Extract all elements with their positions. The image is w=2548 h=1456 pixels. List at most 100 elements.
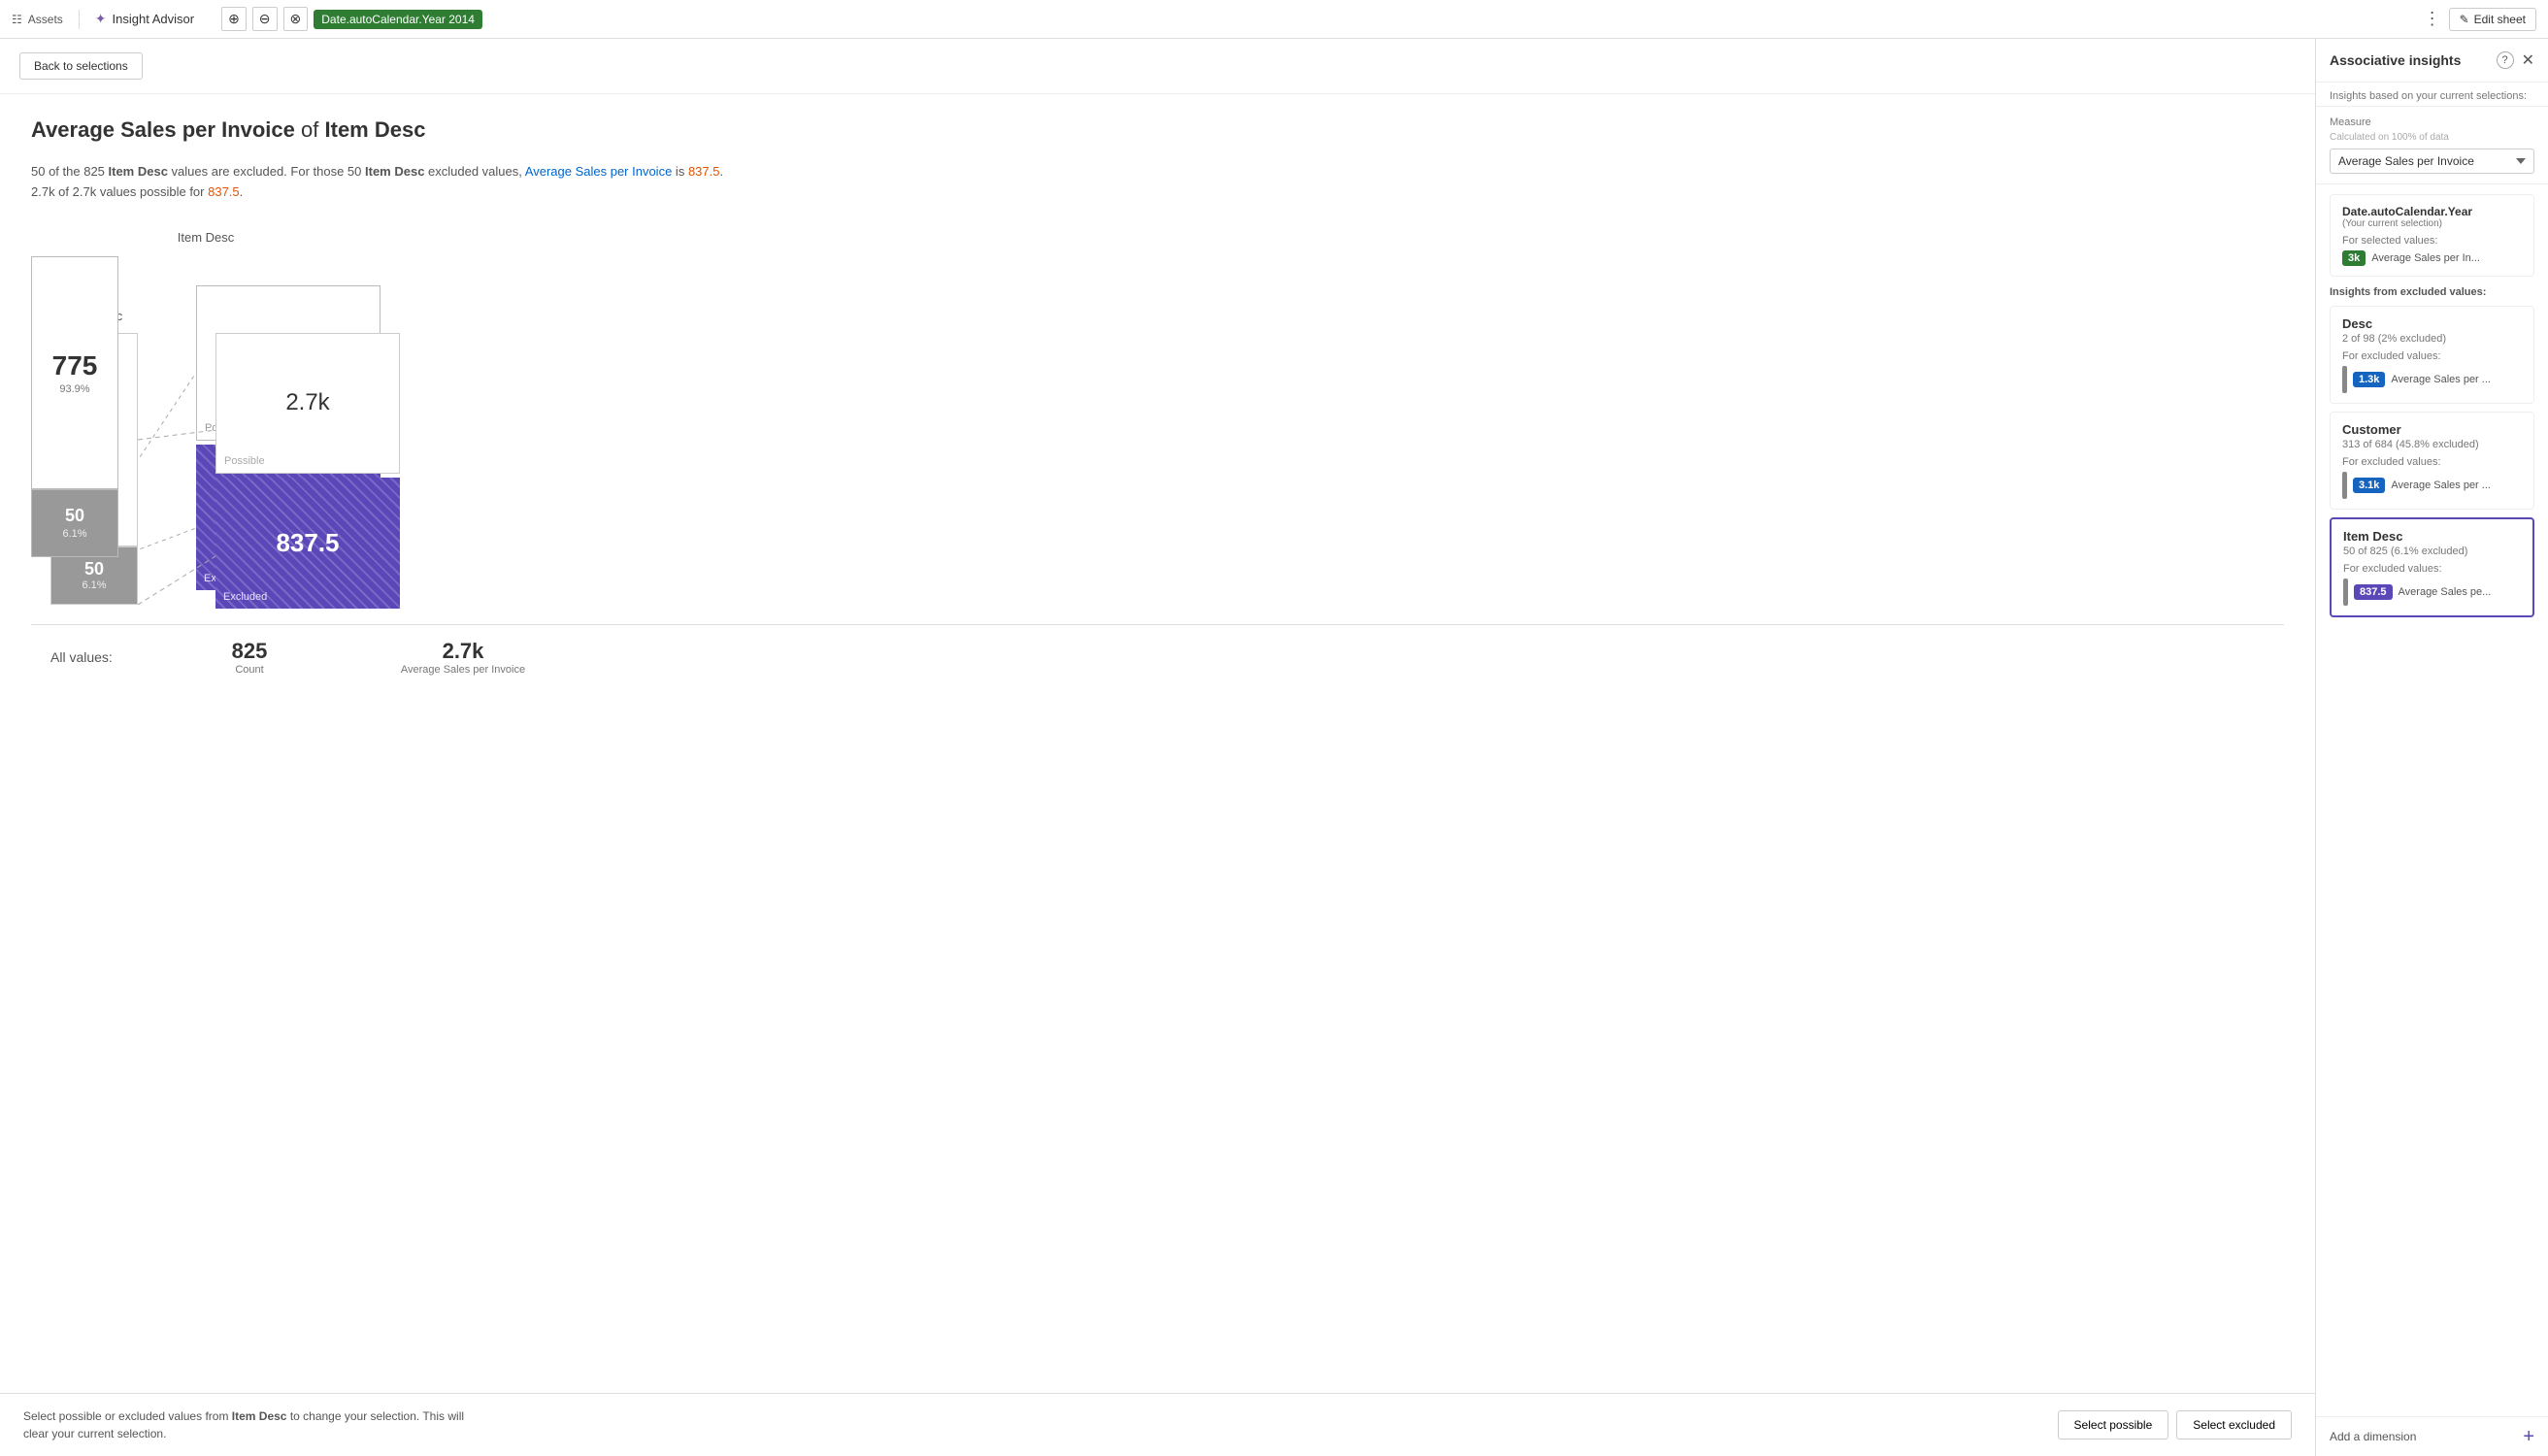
possible-val: 2.7k	[285, 389, 329, 416]
all-count: 825	[232, 639, 268, 664]
excluded-val: 837.5	[276, 528, 339, 558]
card-itemdesc-badges: 837.5 Average Sales pe...	[2343, 579, 2521, 606]
all-avg-col: 2.7k Average Sales per Invoice	[371, 639, 555, 676]
add-dimension-row: Add a dimension +	[2330, 1427, 2534, 1446]
bar-top: 775 93.9%	[31, 256, 118, 489]
all-count-label: Count	[235, 664, 263, 676]
sidebar-header-icons: ? ✕	[2497, 50, 2534, 70]
edit-sheet-button[interactable]: ✎ Edit sheet	[2449, 8, 2536, 31]
card-desc-bar-icon	[2342, 366, 2347, 393]
insight-card-desc[interactable]: Desc 2 of 98 (2% excluded) For excluded …	[2330, 306, 2534, 404]
selected-badge: 3k	[2342, 250, 2366, 266]
main-layout: Back to selections Average Sales per Inv…	[0, 39, 2548, 1456]
card-customer-title: Customer	[2342, 422, 2522, 437]
insights-excluded-label: Insights from excluded values:	[2330, 286, 2534, 298]
excluded-lbl: Excluded	[223, 591, 267, 603]
bar-top-pct: 93.9%	[59, 383, 89, 395]
all-values-row: All values: 825 Count 2.7k Average Sales…	[31, 624, 2284, 676]
avg-sales-boxes: 2.7k Possible 837.5 Excluded	[215, 333, 400, 609]
bar-bottom: 50 6.1%	[31, 489, 118, 557]
sidebar-body: Date.autoCalendar.Year (Your current sel…	[2316, 184, 2548, 1416]
add-dimension-button[interactable]: +	[2523, 1427, 2534, 1446]
card-itemdesc-sub: 50 of 825 (6.1% excluded)	[2343, 546, 2521, 557]
possible-lbl: Possible	[224, 455, 265, 467]
bottom-bar-buttons: Select possible Select excluded	[2058, 1410, 2292, 1439]
connector-lines	[138, 333, 215, 605]
grid-icon[interactable]: ⋮	[2424, 9, 2441, 29]
excluded-section: 837.5 Excluded	[215, 478, 400, 609]
card-customer-badges: 3.1k Average Sales per ...	[2342, 472, 2522, 499]
sidebar-help-button[interactable]: ?	[2497, 51, 2514, 69]
add-dimension-label: Add a dimension	[2330, 1430, 2416, 1443]
card-desc-badge-label: Average Sales per ...	[2391, 374, 2491, 385]
tool-icon-3[interactable]: ⊗	[283, 7, 309, 31]
back-to-selections-button[interactable]: Back to selections	[19, 52, 143, 80]
avg-sales-link[interactable]: Average Sales per Invoice	[525, 164, 673, 179]
measure-select[interactable]: Average Sales per Invoice	[2330, 149, 2534, 174]
topbar-divider	[79, 10, 80, 29]
chart-rebuilt: Item Desc Average Sales per I... 775 93.	[31, 309, 2284, 676]
connectors	[138, 333, 215, 608]
topbar: ☷ Assets ✦ Insight Advisor ⊕ ⊖ ⊗ Date.au…	[0, 0, 2548, 39]
all-avg-label: Average Sales per Invoice	[401, 664, 525, 676]
card-desc-badges: 1.3k Average Sales per ...	[2342, 366, 2522, 393]
selection-sub: (Your current selection)	[2342, 218, 2522, 229]
card-customer-sub: 313 of 684 (45.8% excluded)	[2342, 439, 2522, 450]
bar-top-value: 775	[52, 350, 98, 381]
card-customer-badge: 3.1k	[2353, 478, 2385, 493]
card-desc-sub: 2 of 98 (2% excluded)	[2342, 333, 2522, 345]
card-desc-badge: 1.3k	[2353, 372, 2385, 387]
card-itemdesc-badge: 837.5	[2354, 584, 2393, 600]
insight-advisor-label: Insight Advisor	[113, 12, 195, 26]
edit-icon: ✎	[2460, 13, 2469, 26]
selection-chip[interactable]: Date.autoCalendar.Year 2014	[314, 10, 482, 29]
card-itemdesc-bar-icon	[2343, 579, 2348, 606]
right-sidebar: Associative insights ? ✕ Insights based …	[2315, 39, 2548, 1456]
bottom-bar: Select possible or excluded values from …	[0, 1393, 2315, 1456]
card-itemdesc-title: Item Desc	[2343, 529, 2521, 544]
selection-title: Date.autoCalendar.Year	[2342, 205, 2522, 218]
current-selection-card: Date.autoCalendar.Year (Your current sel…	[2330, 194, 2534, 277]
insight-advisor-tab[interactable]: ✦ Insight Advisor	[95, 11, 194, 27]
selected-badge-row: 3k Average Sales per In...	[2342, 250, 2522, 266]
tool-icon-1[interactable]: ⊕	[221, 7, 247, 31]
measure-sublabel: Calculated on 100% of data	[2330, 132, 2534, 143]
measure-label: Measure	[2330, 116, 2534, 128]
sidebar-footer: Add a dimension +	[2316, 1416, 2548, 1456]
topbar-right-icons: ⋮ ✎ Edit sheet	[2424, 8, 2536, 31]
item-desc-bar: 775 93.9% 50 6.1%	[31, 256, 118, 557]
assets-tab[interactable]: ☷ Assets	[12, 13, 63, 26]
card-desc-for-excluded: For excluded values:	[2342, 350, 2522, 362]
assets-icon: ☷	[12, 13, 22, 26]
card-itemdesc-for-excluded: For excluded values:	[2343, 563, 2521, 575]
description-text: 50 of the 825 Item Desc values are exclu…	[31, 162, 730, 203]
sidebar-close-button[interactable]: ✕	[2522, 50, 2534, 70]
page-content: Average Sales per Invoice of Item Desc 5…	[0, 94, 2315, 1393]
possible-section: 2.7k Possible	[215, 333, 400, 474]
bar-bottom-pct: 6.1%	[62, 528, 86, 540]
all-values-label: All values:	[50, 649, 206, 665]
bar-50: 50	[84, 559, 104, 579]
select-excluded-button[interactable]: Select excluded	[2176, 1410, 2292, 1439]
sidebar-title: Associative insights	[2330, 52, 2461, 68]
page-title: Average Sales per Invoice of Item Desc	[31, 117, 2284, 143]
card-customer-bar-icon	[2342, 472, 2347, 499]
insight-card-itemdesc[interactable]: Item Desc 50 of 825 (6.1% excluded) For …	[2330, 517, 2534, 617]
sidebar-header: Associative insights ? ✕	[2316, 39, 2548, 83]
all-count-col: 825 Count	[206, 639, 293, 676]
all-avg: 2.7k	[443, 639, 484, 664]
back-btn-area: Back to selections	[0, 39, 2315, 94]
bottom-bar-text: Select possible or excluded values from …	[23, 1407, 489, 1442]
for-selected-label: For selected values:	[2342, 235, 2522, 247]
select-possible-button[interactable]: Select possible	[2058, 1410, 2169, 1439]
sidebar-subtitle: Insights based on your current selection…	[2316, 83, 2548, 107]
selected-badge-label: Average Sales per In...	[2371, 252, 2480, 264]
insight-icon: ✦	[95, 11, 107, 27]
tool-icon-2[interactable]: ⊖	[252, 7, 278, 31]
content-area: Back to selections Average Sales per Inv…	[0, 39, 2315, 1456]
card-customer-badge-label: Average Sales per ...	[2391, 480, 2491, 491]
measure-section: Measure Calculated on 100% of data Avera…	[2316, 107, 2548, 184]
insight-card-customer[interactable]: Customer 313 of 684 (45.8% excluded) For…	[2330, 412, 2534, 510]
card-desc-title: Desc	[2342, 316, 2522, 331]
assets-label: Assets	[28, 13, 63, 26]
